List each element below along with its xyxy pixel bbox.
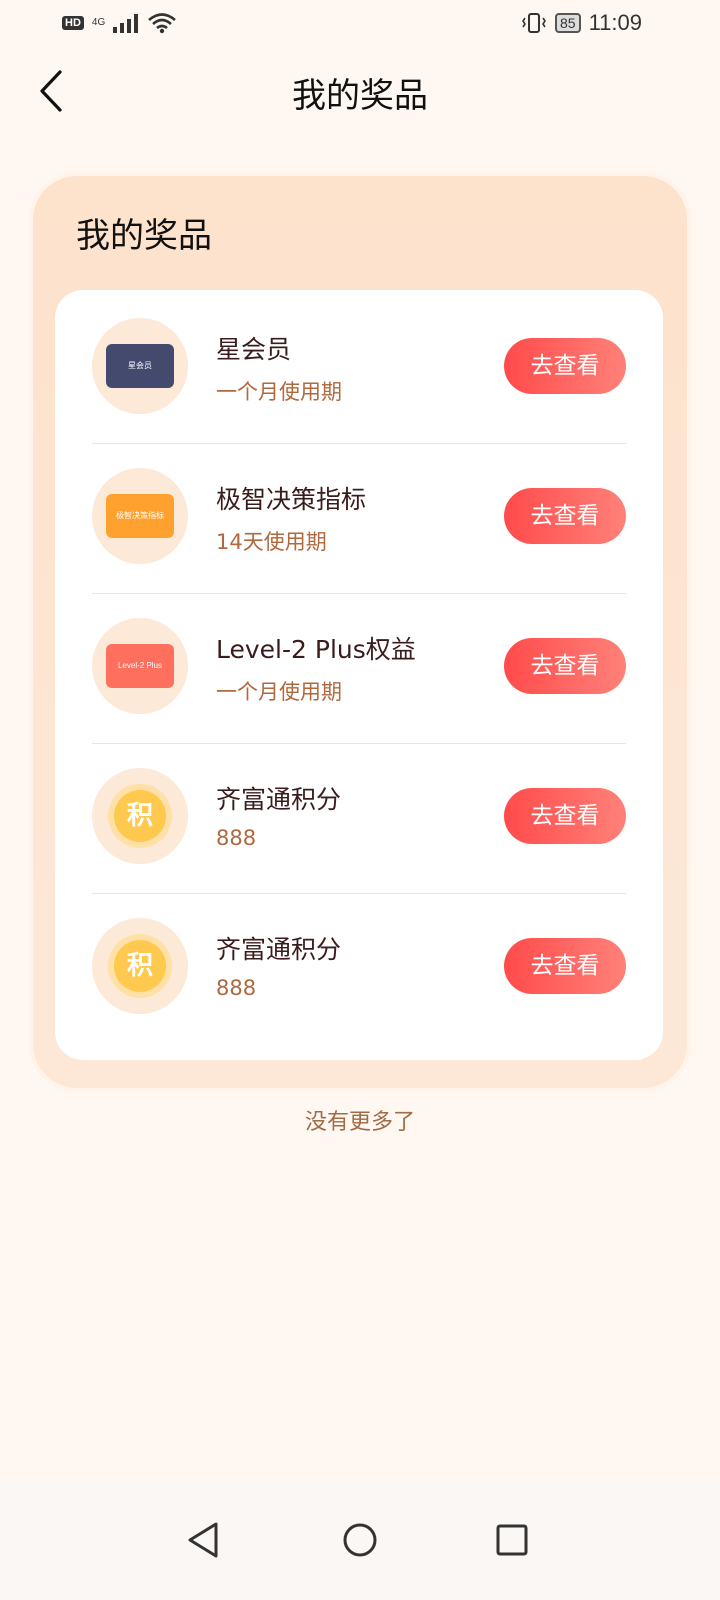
prize-item: 积 齐富通积分 888 去查看 xyxy=(92,890,626,1044)
indicator-card-icon: 极智决策指标 xyxy=(106,494,174,538)
prize-name: 齐富通积分 xyxy=(216,785,342,814)
prizes-panel: 我的奖品 星会员 星会员 一个月使用期 去查看 极智决策指标 极智决策指标 14… xyxy=(33,176,687,1088)
view-button[interactable]: 去查看 xyxy=(504,338,626,394)
end-of-list-text: 没有更多了 xyxy=(304,1110,415,1135)
prize-thumbnail: 星会员 xyxy=(92,318,188,414)
prize-item: 极智决策指标 极智决策指标 14天使用期 去查看 xyxy=(92,440,626,594)
prize-amount: 888 xyxy=(216,826,257,850)
view-button[interactable]: 去查看 xyxy=(504,638,626,694)
coin-glyph: 积 xyxy=(114,940,166,992)
battery-indicator: 85 xyxy=(555,13,581,33)
prize-name: 极智决策指标 xyxy=(216,485,367,514)
view-button[interactable]: 去查看 xyxy=(504,938,626,994)
view-button[interactable]: 去查看 xyxy=(504,788,626,844)
vip-card-icon: 星会员 xyxy=(106,344,174,388)
prize-validity: 一个月使用期 xyxy=(216,680,342,704)
status-right: 85 11:09 xyxy=(521,10,642,36)
vibrate-icon xyxy=(522,13,546,33)
prize-validity: 一个月使用期 xyxy=(216,380,342,404)
panel-title: 我的奖品 xyxy=(76,216,212,256)
prize-validity: 14天使用期 xyxy=(216,530,327,554)
prize-item: 积 齐富通积分 888 去查看 xyxy=(92,740,626,894)
prize-list: 星会员 星会员 一个月使用期 去查看 极智决策指标 极智决策指标 14天使用期 … xyxy=(55,290,663,1060)
prize-thumbnail: 积 xyxy=(92,768,188,864)
home-circle-icon[interactable] xyxy=(330,1510,390,1570)
points-coin-icon: 积 xyxy=(108,784,172,848)
hd-badge: HD xyxy=(62,16,84,30)
level2-card-icon: Level-2 Plus xyxy=(106,644,174,688)
status-left: HD 4G xyxy=(62,12,177,34)
prize-thumbnail: 积 xyxy=(92,918,188,1014)
prize-name: 星会员 xyxy=(216,335,292,364)
prize-thumbnail: 极智决策指标 xyxy=(92,468,188,564)
prize-thumbnail: Level-2 Plus xyxy=(92,618,188,714)
page-title: 我的奖品 xyxy=(292,76,428,116)
prize-item: 星会员 星会员 一个月使用期 去查看 xyxy=(92,290,626,444)
recents-square-icon[interactable] xyxy=(482,1510,542,1570)
prize-name: 齐富通积分 xyxy=(216,935,342,964)
prize-item: Level-2 Plus Level-2 Plus权益 一个月使用期 去查看 xyxy=(92,590,626,744)
clock: 11:09 xyxy=(588,10,642,35)
view-button[interactable]: 去查看 xyxy=(504,488,626,544)
system-nav-bar xyxy=(0,1480,720,1600)
prize-name: Level-2 Plus权益 xyxy=(216,635,416,664)
wifi-icon xyxy=(148,13,177,34)
back-triangle-icon[interactable] xyxy=(174,1510,234,1570)
coin-glyph: 积 xyxy=(114,790,166,842)
points-coin-icon: 积 xyxy=(108,934,172,998)
network-type: 4G xyxy=(91,17,106,28)
signal-icon xyxy=(113,14,139,33)
prize-amount: 888 xyxy=(216,976,257,1000)
status-bar: HD 4G 85 11:09 xyxy=(0,0,720,50)
